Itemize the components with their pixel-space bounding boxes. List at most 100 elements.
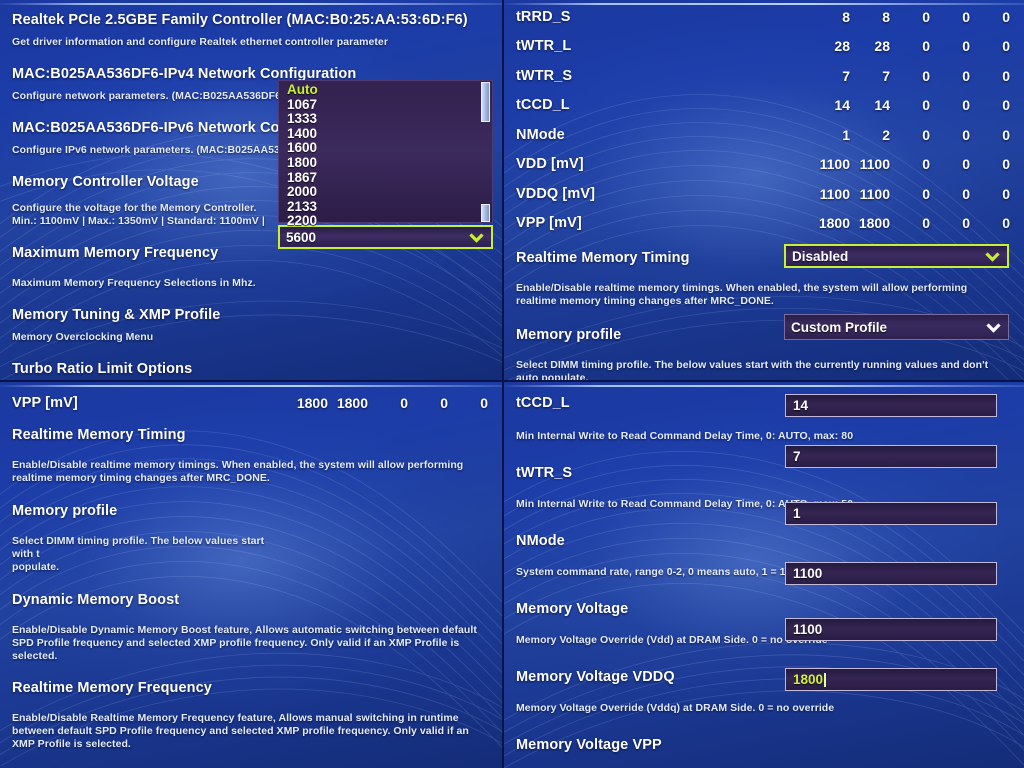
timing-value: 1800	[858, 215, 890, 232]
timing-label: tCCD_L	[516, 97, 570, 114]
vpp-value: 0	[440, 394, 448, 411]
timing-value: 8	[882, 8, 890, 25]
menu-item-turbo-ratio-limit[interactable]: Turbo Ratio Limit Options	[12, 358, 488, 379]
timing-value: 0	[1002, 38, 1010, 55]
menu-item-label: Maximum Memory Frequency	[12, 244, 219, 261]
timing-label: VDDQ [mV]	[516, 185, 596, 202]
timing-value: 1100	[859, 156, 890, 173]
dropdown-option[interactable]: Auto	[279, 82, 492, 98]
timing-value: 14	[874, 97, 890, 114]
realtime-memory-timing-control[interactable]: Disabled	[784, 244, 1009, 268]
dropdown-scrollbar-arrow-down[interactable]	[481, 204, 490, 222]
setting-realtime-memory-timing[interactable]: Realtime Memory Timing	[12, 424, 488, 445]
timing-label: VPP [mV]	[516, 215, 582, 232]
timing-values: 8 8 0 0 0	[810, 9, 1010, 25]
tccd-l-input[interactable]: 14	[785, 394, 997, 417]
dropdown-option[interactable]: 2133	[279, 199, 492, 215]
menu-item-memory-tuning-xmp[interactable]: Memory Tuning & XMP Profile	[12, 304, 488, 325]
menu-item-help: Configure the voltage for the Memory Con…	[12, 202, 257, 214]
nmode-input[interactable]: 1	[785, 502, 997, 525]
timing-row[interactable]: tWTR_S 7 7 0 0 0	[516, 61, 1010, 91]
select-value: Disabled	[792, 248, 849, 264]
timing-values: 1800 1800 0 0 0	[810, 215, 1010, 231]
timing-value: 0	[962, 97, 970, 114]
memory-profile-control[interactable]: Custom Profile	[784, 314, 1009, 340]
chevron-down-icon	[469, 232, 484, 243]
setting-help: Enable/Disable realtime memory timings. …	[516, 282, 968, 307]
panel-bottom-left-content: VPP [mV] 1800 1800 0 0 0 Realtime Memory…	[0, 382, 502, 768]
timing-value: 28	[874, 38, 890, 55]
timing-values: 1100 1100 0 0 0	[810, 186, 1010, 202]
setting-realtime-memory-frequency[interactable]: Realtime Memory Frequency	[12, 677, 488, 698]
setting-ocsafemode[interactable]: OCSafeMode	[12, 764, 488, 768]
dropdown-option[interactable]: 2000	[279, 185, 492, 200]
field-help: Memory Voltage Override (Vddq) at DRAM S…	[516, 702, 835, 714]
vpp-value: 0	[480, 394, 488, 411]
twtr-s-input[interactable]: 7	[785, 445, 997, 468]
setting-memory-profile[interactable]: Memory profile	[12, 500, 488, 521]
vpp-value: 0	[400, 394, 408, 411]
dropdown-option[interactable]: 1800	[279, 155, 492, 171]
timing-value: 0	[922, 126, 930, 143]
vpp-value: 1800	[296, 394, 328, 411]
setting-help: Select DIMM timing profile. The below va…	[12, 535, 265, 560]
dropdown-option[interactable]: 2200	[279, 214, 492, 229]
timing-value: 1100	[819, 185, 850, 202]
timing-value: 0	[1002, 185, 1010, 202]
memory-frequency-dropdown-list[interactable]: Auto 1067 1333 1400 1600 1800 1867 2000 …	[278, 80, 493, 228]
dropdown-option[interactable]: 1067	[279, 97, 492, 113]
field-label: Memory Voltage	[516, 600, 629, 617]
menu-item-help: Maximum Memory Frequency Selections in M…	[12, 277, 256, 289]
text-caret	[824, 672, 826, 687]
timing-row[interactable]: tCCD_L 14 14 0 0 0	[516, 91, 1010, 121]
timing-row[interactable]: NMode 1 2 0 0 0	[516, 120, 1010, 150]
field-label: tWTR_S	[516, 464, 573, 481]
dropdown-scrollbar-thumb[interactable]	[481, 82, 490, 122]
menu-item-help: Configure network parameters. (MAC:B025A…	[12, 90, 285, 102]
timing-row[interactable]: VDD [mV] 1100 1100 0 0 0	[516, 150, 1010, 180]
timing-label: tRRD_S	[516, 8, 571, 25]
timing-value: 0	[1002, 156, 1010, 173]
field-memory-voltage-vpp[interactable]: Memory Voltage VPP	[516, 733, 1010, 756]
memory-voltage-vddq-input[interactable]: 1100	[785, 618, 997, 641]
panel-top-right: tRRD_S 8 8 0 0 0 tWTR_L 28 28 0 0 0 tWTR…	[504, 0, 1024, 382]
menu-item-label: Realtek PCIe 2.5GBE Family Controller (M…	[12, 11, 468, 28]
dropdown-option[interactable]: 1400	[279, 126, 492, 142]
dropdown-option[interactable]: 1600	[279, 141, 492, 156]
vpp-values: 1800 1800 0 0 0	[288, 395, 488, 411]
bios-screenshot-collage: Realtek PCIe 2.5GBE Family Controller (M…	[0, 0, 1024, 768]
timing-value: 0	[1002, 126, 1010, 143]
timing-value: 1800	[818, 215, 850, 232]
dropdown-option[interactable]: 1867	[279, 170, 492, 186]
setting-help: Enable/Disable Realtime Memory Frequency…	[12, 712, 469, 750]
menu-item-realtek-controller[interactable]: Realtek PCIe 2.5GBE Family Controller (M…	[12, 9, 488, 30]
select-value: Custom Profile	[791, 319, 888, 335]
timing-value: 8	[842, 8, 850, 25]
select-value: 5600	[286, 229, 317, 245]
vpp-row[interactable]: VPP [mV] 1800 1800 0 0 0	[12, 389, 488, 416]
input-value: 1100	[793, 566, 823, 581]
memory-voltage-input[interactable]: 1100	[785, 562, 997, 585]
field-memory-voltage[interactable]: Memory Voltage	[516, 597, 1010, 620]
setting-dynamic-memory-boost[interactable]: Dynamic Memory Boost	[12, 589, 488, 610]
menu-item-label: Memory Tuning & XMP Profile	[12, 306, 221, 323]
chevron-down-icon	[985, 251, 1000, 262]
setting-help: Select DIMM timing profile. The below va…	[516, 359, 989, 382]
realtime-memory-timing-select[interactable]: Disabled	[784, 244, 1009, 268]
timing-value: 0	[922, 8, 930, 25]
timing-row[interactable]: tRRD_S 8 8 0 0 0	[516, 2, 1010, 32]
menu-item-help: Get driver information and configure Rea…	[12, 36, 388, 48]
timing-row[interactable]: VPP [mV] 1800 1800 0 0 0	[516, 209, 1010, 239]
memory-voltage-vpp-input[interactable]: 1800	[785, 668, 997, 691]
timing-row[interactable]: tWTR_L 28 28 0 0 0	[516, 32, 1010, 62]
dropdown-option[interactable]: 1333	[279, 112, 492, 127]
field-nmode[interactable]: NMode	[516, 529, 1010, 552]
field-label: NMode	[516, 532, 565, 549]
timing-value: 0	[962, 126, 970, 143]
memory-profile-select[interactable]: Custom Profile	[784, 314, 1009, 340]
timing-values: 28 28 0 0 0	[810, 38, 1010, 54]
timing-row[interactable]: VDDQ [mV] 1100 1100 0 0 0	[516, 179, 1010, 209]
timing-value: 0	[1002, 67, 1010, 84]
dropdown-scrollbar[interactable]	[481, 81, 490, 222]
timing-values: 14 14 0 0 0	[810, 97, 1010, 113]
